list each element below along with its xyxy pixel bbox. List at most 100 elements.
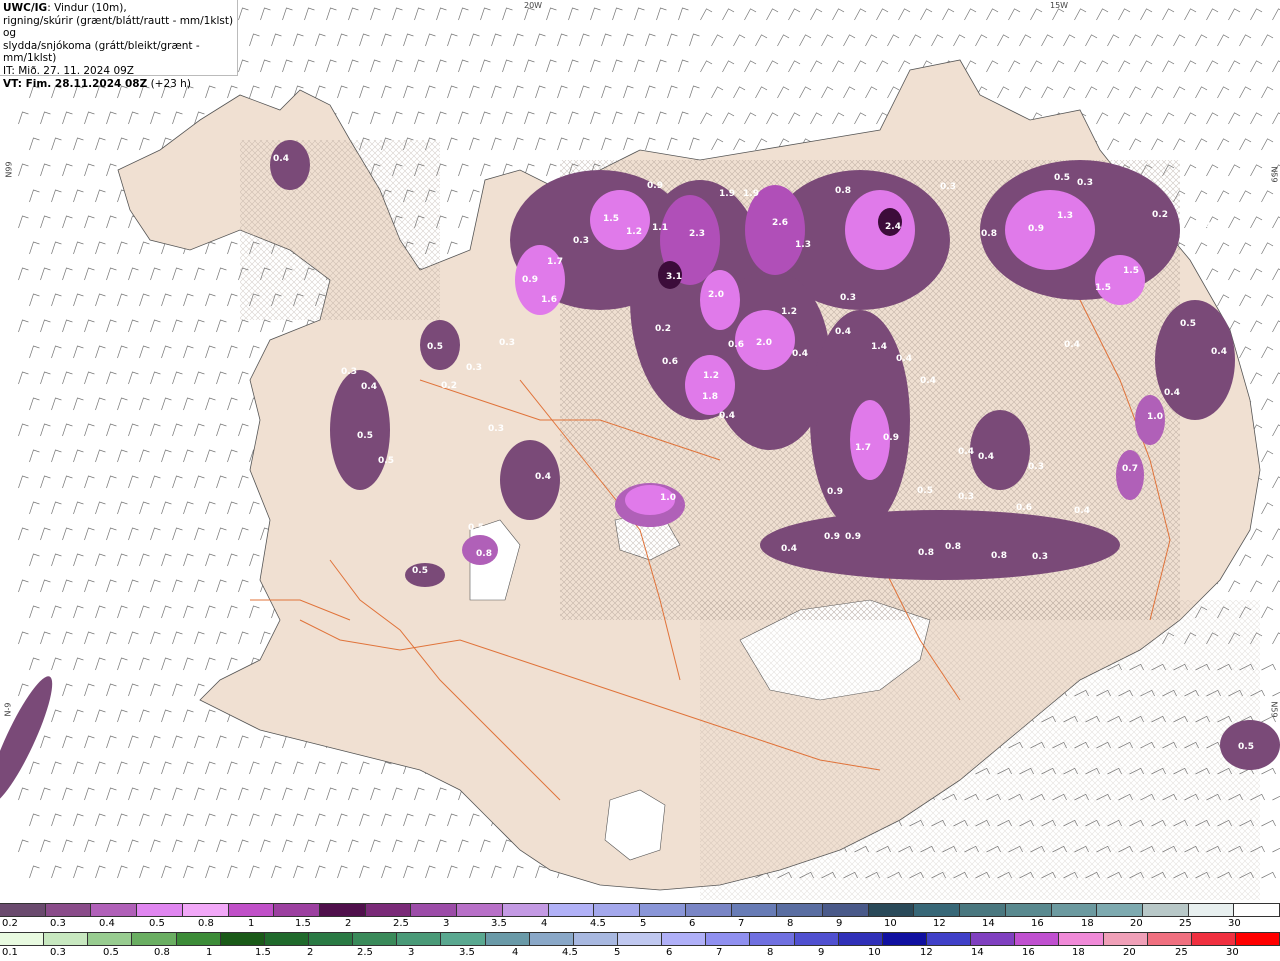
legend-label: 14	[971, 947, 984, 958]
precip-value: 0.5	[1238, 742, 1254, 752]
hatched-area-west	[240, 140, 440, 320]
precip-value: 0.8	[945, 542, 961, 552]
precip-value: 1.8	[702, 392, 718, 402]
legend-label: 6	[689, 918, 696, 929]
precip-value: 0.4	[1074, 506, 1090, 516]
legend-swatch	[960, 904, 1006, 916]
precip-value: 0.4	[1064, 340, 1080, 350]
precip-value: 0.8	[981, 229, 997, 239]
precip-value: 0.4	[535, 472, 551, 482]
legend-label: 18	[1081, 918, 1094, 929]
legend-swatch	[1015, 933, 1060, 945]
legend-label: 1.5	[255, 947, 271, 958]
legend-label: 0.8	[198, 918, 214, 929]
precip-value: 0.4	[719, 411, 735, 421]
valid-time: VT: Fim. 28.11.2024 08Z	[3, 77, 148, 90]
forecast-map: 0.4 0.9 1.9 1.9 0.8 0.3 0.5 0.3 1.5 1.2 1.1 2.3 2.6 2…	[0, 0, 1280, 902]
precip-value: 0.8	[991, 551, 1007, 561]
legend-swatch	[182, 904, 229, 916]
precip-value: 0.3	[466, 363, 482, 373]
precip-value: 0.5	[427, 342, 443, 352]
legend-label: 3.5	[491, 918, 507, 929]
longitude-label-20w: 20W	[524, 1, 543, 10]
legend-swatch	[529, 933, 574, 945]
snow-legend-labels: 0.2 0.3 0.4 0.5 0.8 1 1.5 2 2.5 3 3.5 4 4.5 5 6 7 8 9 10 12…	[0, 917, 1280, 931]
legend-label: 9	[818, 947, 825, 958]
precip-value: 0.6	[1016, 503, 1032, 513]
legend-swatch	[640, 904, 686, 916]
precip-value: 0.9	[1028, 224, 1044, 234]
precip-value: 0.2	[655, 324, 671, 334]
legend-swatch	[794, 933, 839, 945]
precip-value: 0.9	[647, 181, 663, 191]
legend-label: 5	[614, 947, 621, 958]
precip-value: 0.4	[792, 349, 808, 359]
legend-label: 6	[666, 947, 673, 958]
snow-legend: 0.2 0.3 0.4 0.5 0.8 1 1.5 2 2.5 3 3.5 4 4.5 5 6 7 8 9 10 12…	[0, 903, 1280, 932]
precip-value: 0.5	[917, 486, 933, 496]
legend-label: 4.5	[562, 947, 578, 958]
legend-swatch	[1147, 933, 1192, 945]
precip-value: 2.3	[689, 229, 705, 239]
map-header: UWC/IG: Vindur (10m), rigning/skúrir (gr…	[0, 0, 238, 90]
precip-value: 1.7	[855, 443, 871, 453]
legend-swatch	[0, 904, 46, 916]
precip-value: 0.9	[883, 433, 899, 443]
longitude-label-15w: 15W	[1050, 1, 1069, 10]
precip-value: 1.3	[1057, 211, 1073, 221]
legend-swatch	[1234, 904, 1280, 916]
legend-label: 3	[408, 947, 415, 958]
precip-value: 0.4	[273, 154, 289, 164]
precip-value: 0.4	[920, 376, 936, 386]
precip-value: 0.3	[1032, 552, 1048, 562]
legend-swatch	[0, 933, 45, 945]
precip-value: 0.2	[441, 381, 457, 391]
legend-swatch	[132, 933, 177, 945]
precip-value: 0.4	[781, 544, 797, 554]
legend-swatch	[822, 904, 869, 916]
legend-swatch	[502, 904, 549, 916]
hatched-area-south	[700, 600, 1260, 900]
rain-legend-labels: 0.1 0.3 0.5 0.8 1 1.5 2 2.5 3 3.5 4 4.5 5 6 7 8 9 10 12 14 1…	[0, 946, 1280, 960]
legend-swatch	[1103, 933, 1148, 945]
legend-label: 20	[1130, 918, 1143, 929]
legend-label: 2.5	[393, 918, 409, 929]
latitude-label-right: N59	[1269, 166, 1279, 183]
legend-swatch	[353, 933, 398, 945]
legend-swatch	[274, 904, 321, 916]
legend-label: 0.5	[103, 947, 119, 958]
precip-value: 1.5	[1095, 283, 1111, 293]
precip-value: 1.3	[795, 240, 811, 250]
legend-swatch	[220, 933, 265, 945]
legend-swatch	[838, 933, 883, 945]
legend-label: 1	[248, 918, 255, 929]
legend-label: 0.8	[154, 947, 170, 958]
legend-label: 12	[933, 918, 946, 929]
legend-swatch	[1005, 904, 1052, 916]
precip-value: 0.2	[1204, 220, 1220, 230]
legend-swatch	[397, 933, 442, 945]
legend-swatch	[731, 904, 778, 916]
legend-swatch	[264, 933, 309, 945]
legend-label: 16	[1022, 947, 1035, 958]
legend-swatch	[926, 933, 972, 945]
legend-swatch	[45, 904, 92, 916]
precip-value: 0.2	[1152, 210, 1168, 220]
precip-value: 1.0	[660, 493, 676, 503]
precip-value: 0.8	[476, 549, 492, 559]
legend-label: 1	[206, 947, 213, 958]
legend-label: 8	[787, 918, 794, 929]
legend-label: 14	[982, 918, 995, 929]
precip-value: 1.2	[781, 307, 797, 317]
legend-swatch	[485, 933, 530, 945]
legend-label: 9	[836, 918, 843, 929]
precip-value: 0.3	[499, 338, 515, 348]
legend-label: 30	[1228, 918, 1241, 929]
legend-swatch	[662, 933, 707, 945]
precip-value: 1.2	[626, 227, 642, 237]
legend-label: 0.5	[149, 918, 165, 929]
precip-value: 0.3	[840, 293, 856, 303]
precip-value: 1.2	[703, 371, 719, 381]
legend-swatch	[573, 933, 618, 945]
precip-value: 0.9	[845, 532, 861, 542]
